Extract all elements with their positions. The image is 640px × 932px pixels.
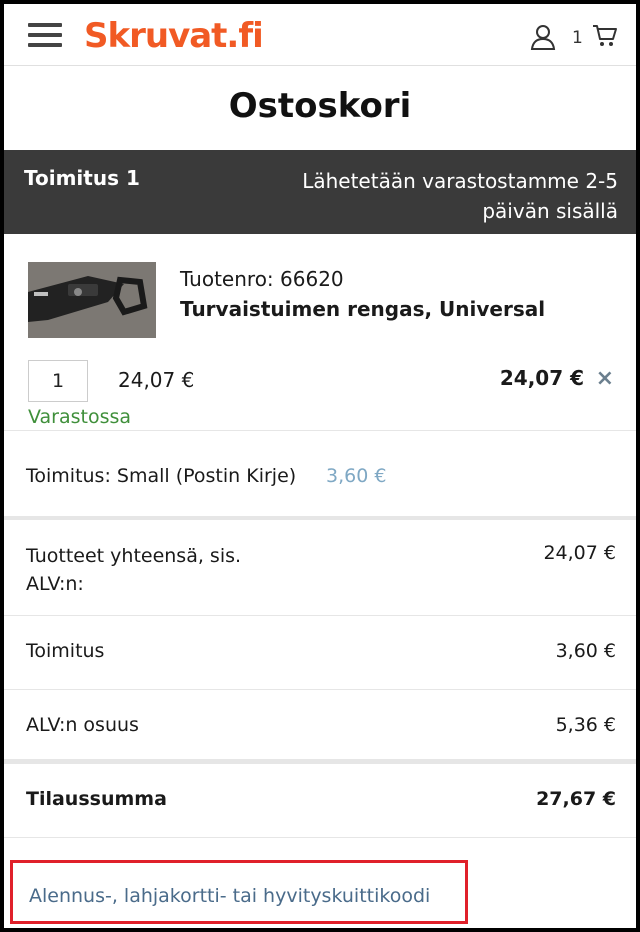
order-total-value: 27,67 € — [536, 788, 616, 810]
summary-vat-label: ALV:n osuus — [26, 714, 139, 736]
order-total-row: Tilaussumma 27,67 € — [4, 764, 636, 838]
summary-vat-row: ALV:n osuus 5,36 € — [4, 690, 636, 760]
cart-count-badge: 1 — [572, 28, 583, 48]
summary-products-label-line2: ALV:n: — [26, 573, 84, 595]
delivery-info: Lähetetään varastostamme 2-5 päivän sisä… — [258, 166, 618, 226]
summary-delivery-label: Toimitus — [26, 640, 105, 662]
menu-icon[interactable] — [28, 23, 62, 47]
summary-delivery-value: 3,60 € — [555, 640, 616, 662]
product-name[interactable]: Turvaistuimen rengas, Universal — [180, 294, 545, 324]
delivery-bar: Toimitus 1 Lähetetään varastostamme 2-5 … — [4, 150, 636, 234]
shipping-option-label: Toimitus: Small (Postin Kirje) — [26, 465, 297, 487]
summary-products-value: 24,07 € — [543, 542, 616, 564]
summary-vat-value: 5,36 € — [555, 714, 616, 736]
remove-item-icon[interactable]: × — [596, 366, 614, 391]
discount-code-link[interactable]: Alennus-, lahjakortti- tai hyvityskuitti… — [29, 885, 430, 907]
line-total: 24,07 € — [499, 366, 584, 390]
delivery-info-line2: päivän sisällä — [482, 199, 618, 223]
summary-products-row: Tuotteet yhteensä, sis. ALV:n: 24,07 € — [4, 520, 636, 616]
product-info: Tuotenro: 66620 Turvaistuimen rengas, Un… — [180, 264, 545, 324]
delivery-info-line1: Lähetetään varastostamme 2-5 — [302, 169, 618, 193]
shipping-option-price: 3,60 € — [326, 465, 387, 487]
summary-delivery-row: Toimitus 3,60 € — [4, 616, 636, 690]
summary-products-label: Tuotteet yhteensä, sis. ALV:n: — [26, 542, 241, 598]
cart-item: Tuotenro: 66620 Turvaistuimen rengas, Un… — [4, 234, 636, 354]
top-bar: Skruvat.fi 1 — [4, 4, 636, 66]
shipping-option-row: Toimitus: Small (Postin Kirje) 3,60 € — [4, 430, 636, 516]
unit-price: 24,07 € — [118, 368, 195, 392]
quantity-input[interactable] — [28, 360, 88, 402]
cart-icon[interactable] — [592, 22, 618, 48]
delivery-label: Toimitus 1 — [24, 166, 140, 190]
user-icon[interactable] — [530, 24, 556, 50]
page-title: Ostoskori — [228, 86, 412, 126]
page: Skruvat.fi 1 Ostoskori Toimitus 1 Lähete… — [4, 4, 636, 928]
discount-code-highlight: Alennus-, lahjakortti- tai hyvityskuitti… — [10, 860, 468, 924]
site-logo[interactable]: Skruvat.fi — [84, 16, 264, 56]
product-image[interactable] — [28, 262, 156, 338]
order-total-label: Tilaussumma — [26, 788, 167, 810]
quantity-row: 24,07 € 24,07 € × Varastossa — [4, 354, 636, 430]
product-number: Tuotenro: 66620 — [180, 267, 344, 291]
summary-products-label-line1: Tuotteet yhteensä, sis. — [26, 545, 242, 567]
stock-status: Varastossa — [28, 406, 132, 428]
